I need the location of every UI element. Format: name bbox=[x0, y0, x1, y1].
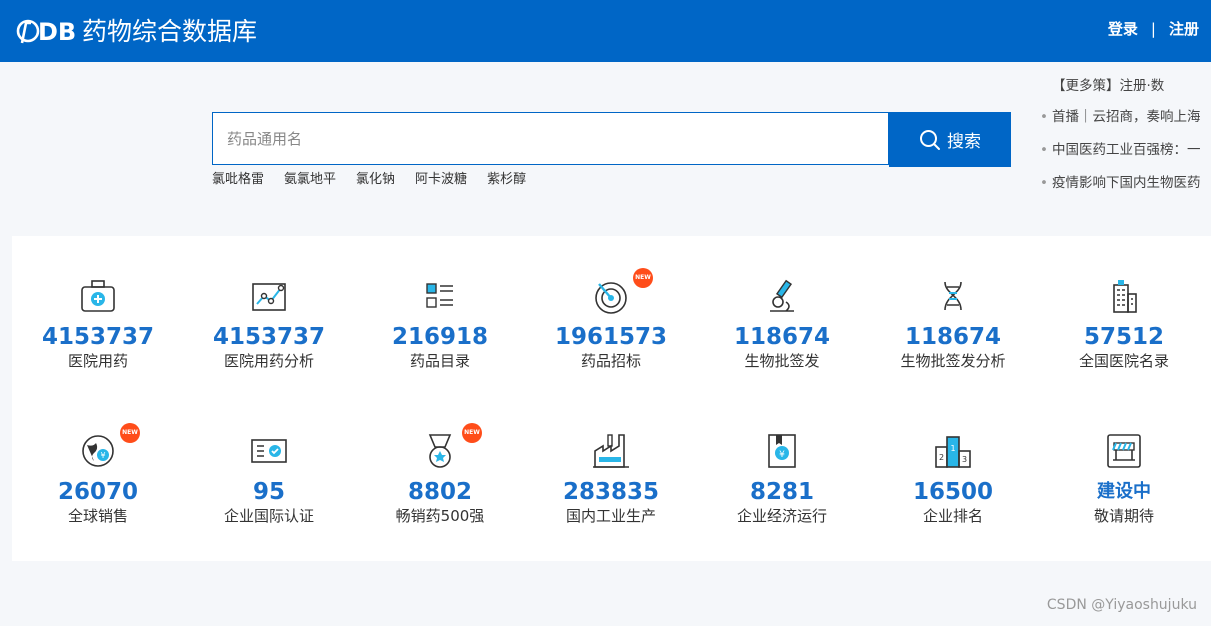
stat-value: 建设中 bbox=[1097, 481, 1151, 502]
dna-icon bbox=[933, 276, 973, 316]
stat-hospital-directory[interactable]: 57512 全国医院名录 bbox=[1039, 276, 1209, 371]
stat-value: 283835 bbox=[562, 479, 660, 505]
search-input[interactable] bbox=[212, 112, 889, 165]
stat-enterprise-ranking[interactable]: 213 16500 企业排名 bbox=[868, 431, 1038, 526]
stat-value: 118674 bbox=[904, 324, 1002, 350]
news-item-text: 中国医药工业百强榜：一 bbox=[1051, 142, 1201, 158]
auth-separator: | bbox=[1150, 19, 1156, 38]
logo[interactable]: DB 药物综合数据库 bbox=[16, 12, 257, 48]
stat-under-construction[interactable]: 建设中 敬请期待 bbox=[1039, 431, 1209, 526]
stat-label: 畅销药500强 bbox=[395, 507, 485, 525]
stat-label: 生物批签发 bbox=[744, 352, 820, 370]
stat-bio-lot-release-analysis[interactable]: 118674 生物批签发分析 bbox=[868, 276, 1038, 371]
logo-mark-icon: DB bbox=[16, 18, 76, 46]
stat-label: 国内工业生产 bbox=[565, 507, 656, 525]
svg-text:¥: ¥ bbox=[100, 451, 105, 460]
new-badge: NEW bbox=[633, 268, 653, 288]
stat-enterprise-economy[interactable]: ¥ 8281 企业经济运行 bbox=[697, 431, 867, 526]
stat-label: 药品目录 bbox=[409, 352, 470, 370]
news-item[interactable]: 【更多策】注册·数 bbox=[1052, 74, 1164, 94]
stat-value: 57512 bbox=[1083, 324, 1165, 350]
stat-intl-certification[interactable]: 95 企业国际认证 bbox=[184, 431, 354, 526]
search-icon bbox=[920, 129, 940, 150]
certificate-icon bbox=[249, 431, 289, 471]
news-item-text: 【更多策】注册·数 bbox=[1052, 78, 1165, 94]
factory-icon bbox=[591, 431, 631, 471]
stat-drug-catalog[interactable]: 216918 药品目录 bbox=[355, 276, 525, 371]
hot-keyword[interactable]: 紫杉醇 bbox=[487, 168, 526, 187]
stat-bio-lot-release[interactable]: 118674 生物批签发 bbox=[697, 276, 867, 371]
register-link[interactable]: 注册 bbox=[1169, 18, 1199, 39]
news-ticker: 【更多策】注册·数 • 首播｜云招商，奏响上海 • 中国医药工业百强榜：一 • 疫情影… bbox=[1040, 72, 1211, 197]
medical-kit-icon bbox=[78, 276, 118, 316]
svg-text:DB: DB bbox=[38, 18, 76, 46]
stat-label: 生物批签发分析 bbox=[900, 352, 1006, 370]
yen-book-icon: ¥ bbox=[762, 431, 802, 471]
stat-value: 26070 bbox=[57, 479, 139, 505]
search-button[interactable]: 搜索 bbox=[889, 112, 1011, 167]
stat-drug-tender[interactable]: NEW 1961573 药品招标 bbox=[526, 268, 696, 371]
stats-panel: 4153737 医院用药 4153737 医院用药分析 216918 药品目录 … bbox=[12, 236, 1211, 561]
stat-hospital-drug-analysis[interactable]: 4153737 医院用药分析 bbox=[184, 276, 354, 371]
stat-label: 药品招标 bbox=[580, 352, 641, 370]
stat-label: 医院用药 bbox=[67, 352, 128, 370]
site-title: 药物综合数据库 bbox=[82, 17, 258, 46]
hot-keywords: 氯吡格雷 氨氯地平 氯化钠 阿卡波糖 紫杉醇 bbox=[212, 168, 546, 187]
svg-text:¥: ¥ bbox=[779, 450, 785, 460]
stat-label: 敬请期待 bbox=[1093, 507, 1154, 525]
hot-keyword[interactable]: 氯化钠 bbox=[356, 168, 395, 187]
stat-label: 企业国际认证 bbox=[223, 507, 314, 525]
stat-label: 全球销售 bbox=[67, 507, 128, 525]
news-item[interactable]: • 首播｜云招商，奏响上海 bbox=[1040, 105, 1200, 125]
target-icon: NEW bbox=[591, 268, 653, 316]
podium-icon: 213 bbox=[933, 431, 973, 471]
svg-text:3: 3 bbox=[962, 455, 967, 464]
watermark: CSDN @Yiyaoshujuku bbox=[1046, 597, 1197, 613]
svg-text:1: 1 bbox=[950, 444, 955, 453]
login-link[interactable]: 登录 bbox=[1108, 18, 1138, 39]
stat-domestic-production[interactable]: 283835 国内工业生产 bbox=[526, 431, 696, 526]
construction-icon bbox=[1104, 431, 1144, 471]
microscope-icon bbox=[762, 276, 802, 316]
news-item-text: 疫情影响下国内生物医药 bbox=[1051, 175, 1201, 191]
new-badge: NEW bbox=[462, 423, 482, 443]
search-bar: 搜索 bbox=[212, 112, 1011, 167]
news-item-text: 首播｜云招商，奏响上海 bbox=[1051, 109, 1201, 125]
hot-keyword[interactable]: 氯吡格雷 bbox=[212, 168, 264, 187]
news-item[interactable]: • 疫情影响下国内生物医药 bbox=[1040, 171, 1200, 191]
stat-label: 企业排名 bbox=[922, 507, 983, 525]
stat-value: 4153737 bbox=[212, 324, 326, 350]
stat-value: 118674 bbox=[733, 324, 831, 350]
stat-hospital-drugs[interactable]: 4153737 医院用药 bbox=[13, 276, 183, 371]
stat-label: 医院用药分析 bbox=[223, 352, 314, 370]
building-icon bbox=[1104, 276, 1144, 316]
stat-value: 216918 bbox=[391, 324, 489, 350]
news-item[interactable]: • 中国医药工业百强榜：一 bbox=[1040, 138, 1200, 158]
new-badge: NEW bbox=[120, 423, 140, 443]
auth-links: 登录 | 注册 bbox=[1108, 18, 1199, 39]
stat-global-sales[interactable]: ¥ NEW 26070 全球销售 bbox=[13, 423, 183, 526]
trend-chart-icon bbox=[249, 276, 289, 316]
stat-value: 8802 bbox=[407, 479, 472, 505]
list-icon bbox=[420, 276, 460, 316]
stat-value: 1961573 bbox=[554, 324, 668, 350]
svg-text:2: 2 bbox=[939, 453, 944, 462]
medal-icon: NEW bbox=[420, 423, 482, 471]
hot-keyword[interactable]: 阿卡波糖 bbox=[415, 168, 467, 187]
stat-value: 4153737 bbox=[41, 324, 155, 350]
stat-label: 全国医院名录 bbox=[1078, 352, 1169, 370]
stat-top500-drugs[interactable]: NEW 8802 畅销药500强 bbox=[355, 423, 525, 526]
globe-coin-icon: ¥ NEW bbox=[78, 423, 140, 471]
stat-label: 企业经济运行 bbox=[736, 507, 827, 525]
stat-value: 8281 bbox=[749, 479, 814, 505]
stat-value: 16500 bbox=[912, 479, 994, 505]
hot-keyword[interactable]: 氨氯地平 bbox=[284, 168, 336, 187]
search-button-label: 搜索 bbox=[947, 132, 981, 152]
top-header: DB 药物综合数据库 登录 | 注册 bbox=[0, 0, 1211, 62]
stat-value: 95 bbox=[252, 479, 285, 505]
